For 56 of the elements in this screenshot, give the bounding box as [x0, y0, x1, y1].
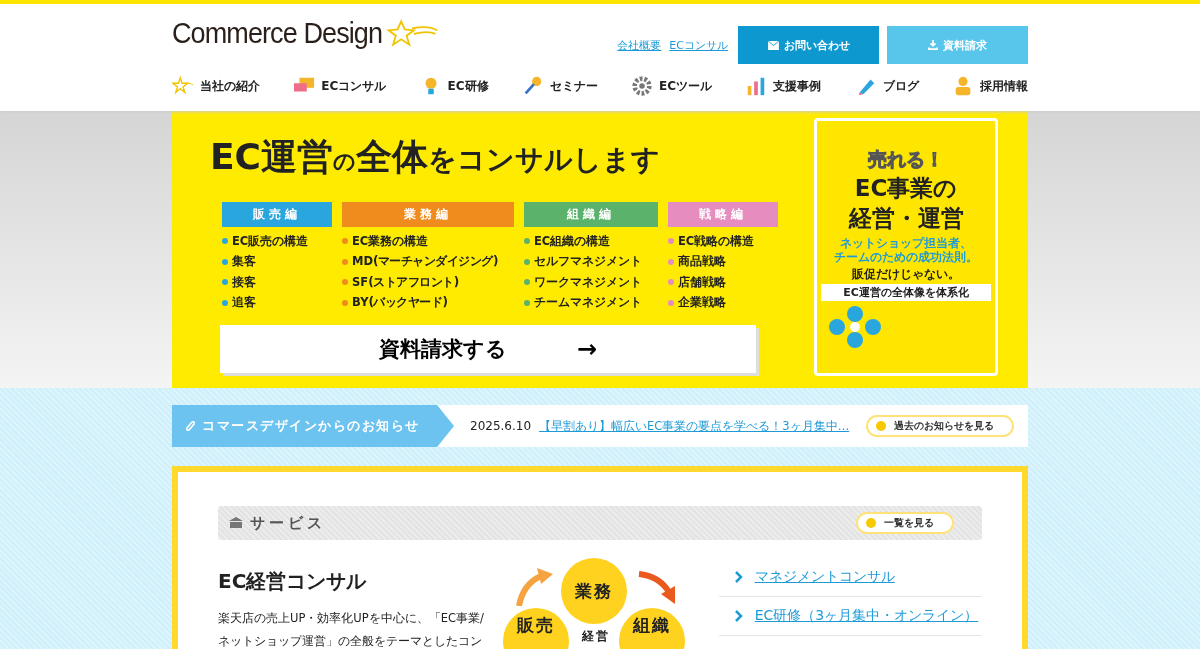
past-news-button[interactable]: 過去のお知らせを見る — [866, 415, 1014, 437]
topic-text: EC組織の構造 — [534, 233, 611, 249]
topic-text: MD(マーチャンダイジング) — [352, 253, 498, 271]
category-label: 販売編 — [222, 202, 332, 227]
nav-item[interactable]: ECツール — [631, 75, 713, 97]
category-label: 組織編 — [524, 202, 658, 227]
gear-icon — [631, 75, 654, 97]
category-label: 業務編 — [342, 202, 514, 227]
service-description: 楽天店の売上UP・効率化UPを中心に、「EC事業/ネットショップ運営」の全般をテーマとしたコン — [218, 610, 485, 649]
nav-item[interactable]: ブログ — [854, 75, 919, 97]
section-title: サービス — [228, 513, 326, 533]
service-title: EC経営コンサル — [218, 568, 368, 595]
mail-icon — [767, 40, 779, 50]
paperclip-icon — [184, 419, 196, 433]
topic-text: 接客 — [232, 274, 256, 290]
topic-text: チームマネジメント — [534, 295, 642, 311]
star-icon — [172, 75, 194, 97]
book-lead: 販促だけじゃない。 — [851, 267, 961, 282]
news-label: コマースデザインからのお知らせ — [172, 405, 454, 447]
diagram-circle: 販売 — [503, 608, 570, 649]
topic-text: EC販売の構造 — [232, 233, 309, 249]
chevron-icon — [734, 571, 743, 583]
book-tagline: ネットショップ担当者、 チームのための成功法則。 — [833, 236, 979, 264]
diagram-circle: 組織 — [619, 608, 686, 649]
category-label: 戦略編 — [668, 202, 778, 227]
nav-item[interactable]: EC研修 — [419, 75, 489, 97]
book-title: EC事業の 経営・運営 — [847, 174, 965, 233]
topic-text: SF(ストアフロント) — [352, 273, 459, 291]
nav-item[interactable]: ECコンサル — [293, 75, 387, 97]
topic-text: EC戦略の構造 — [678, 233, 755, 249]
star-icon — [385, 18, 440, 48]
topic-text: BY(バックヤード) — [352, 294, 448, 312]
topic-text: 集客 — [232, 254, 256, 270]
cta-button[interactable]: 資料請求する → — [220, 325, 756, 373]
download-icon — [928, 40, 938, 50]
topic-text: セルフマネジメント — [534, 254, 642, 270]
view-all-button[interactable]: 一覧を見る — [856, 512, 954, 534]
chevron-icon — [734, 610, 743, 622]
nav-item[interactable]: 採用情報 — [951, 75, 1028, 97]
topic-text: ワークマネジメント — [534, 274, 642, 290]
nav-item[interactable]: 当社の紹介 — [172, 75, 260, 97]
news-date: 2025.6.10 — [470, 419, 532, 433]
diagram-circle: 業務 — [561, 558, 628, 624]
topic-text: 店舗戦略 — [678, 274, 726, 290]
topic-text: EC業務の構造 — [352, 233, 429, 249]
topic-text: 企業戦略 — [678, 295, 726, 311]
topic-text: 追客 — [232, 295, 256, 311]
book-banner: EC運営の全体像を体系化 — [821, 284, 991, 301]
nav-item[interactable]: 支援事例 — [745, 75, 822, 97]
topic-text: 商品戦略 — [678, 254, 726, 270]
logo[interactable]: Commerce Design — [172, 16, 383, 50]
building-icon — [228, 516, 244, 530]
hero-headline: EC運営の全体をコンサルします — [210, 135, 661, 179]
book-cover[interactable]: 売れる！ EC事業の 経営・運営 ネットショップ担当者、 チームのための成功法則。 販促だけじゃない。 EC運営の全体像を体系化 — [814, 118, 998, 376]
book-kicker: 売れる！ — [867, 147, 945, 172]
nav-item[interactable]: セミナー — [521, 75, 598, 97]
